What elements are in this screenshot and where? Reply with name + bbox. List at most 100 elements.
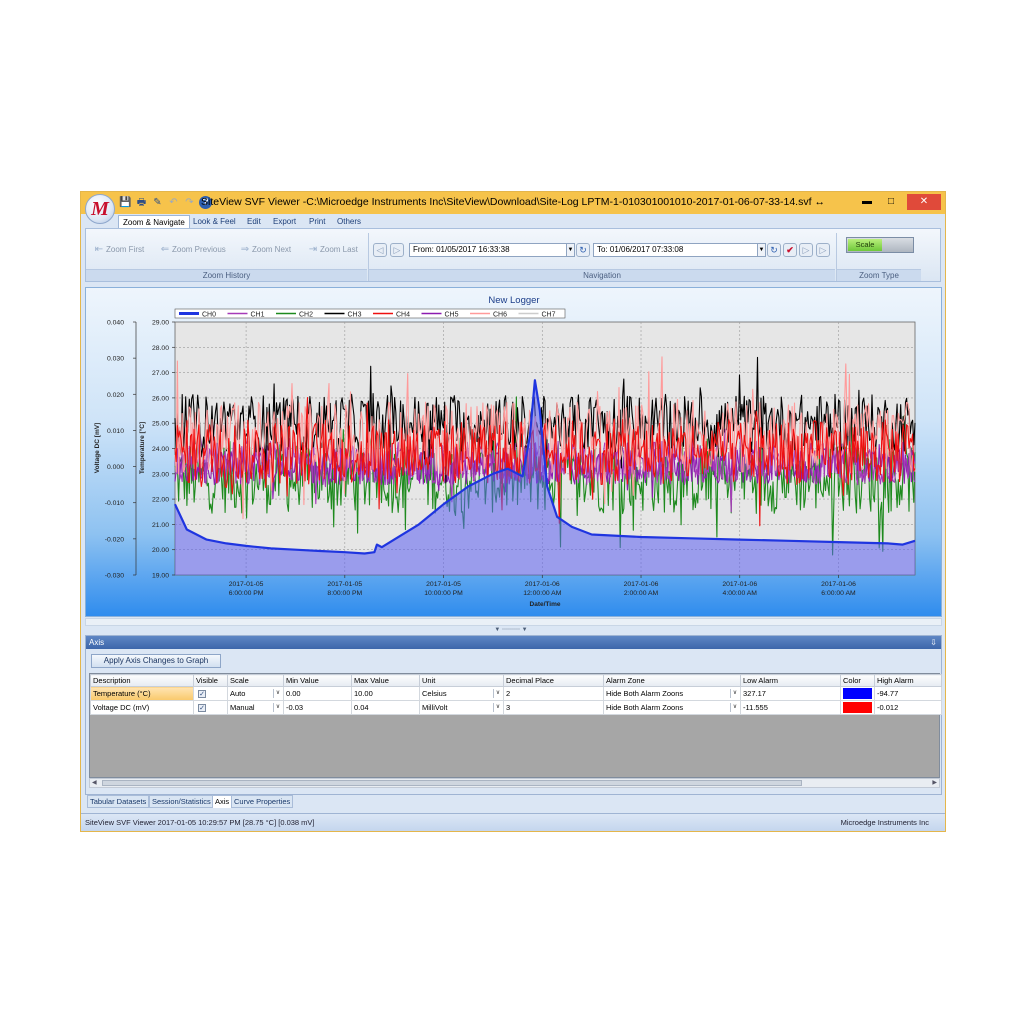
- tab-print[interactable]: Print: [305, 215, 329, 228]
- visible-checkbox[interactable]: ✓: [198, 690, 206, 698]
- column-header[interactable]: High Alarm: [874, 674, 942, 687]
- description-cell[interactable]: Voltage DC (mV): [90, 700, 194, 715]
- tab-zoom-navigate[interactable]: Zoom & Navigate: [118, 215, 190, 228]
- column-header[interactable]: Decimal Place: [503, 674, 604, 687]
- scroll-right-icon[interactable]: ▶: [932, 779, 937, 786]
- y-tick-label: 0.020: [107, 392, 124, 399]
- chevron-down-icon[interactable]: ∨: [493, 689, 502, 698]
- max-value-cell[interactable]: 10.00: [351, 686, 420, 701]
- nav-back-icon[interactable]: ◁: [373, 243, 387, 257]
- apply-check-icon[interactable]: ✔: [783, 243, 797, 257]
- visible-checkbox[interactable]: ✓: [198, 704, 206, 712]
- max-value-cell[interactable]: 0.04: [351, 700, 420, 715]
- chevron-down-icon[interactable]: ∨: [493, 703, 502, 712]
- y-tick-label: 0.000: [107, 464, 124, 471]
- nav-last-icon[interactable]: ▷: [816, 243, 830, 257]
- low-alarm-cell[interactable]: -11.555: [740, 700, 841, 715]
- column-header[interactable]: Min Value: [283, 674, 352, 687]
- min-value-cell[interactable]: -0.03: [283, 700, 352, 715]
- title-bar: M 💾 🖶 ✎ ↶ ↷ ? SiteView SVF Viewer -C:\Mi…: [81, 192, 945, 224]
- zoom-type-label: Zoom Type: [837, 269, 921, 281]
- legend-label: CH1: [251, 311, 265, 318]
- column-header[interactable]: Alarm Zone: [603, 674, 741, 687]
- y-tick-label: 26.00: [152, 395, 169, 402]
- color-swatch[interactable]: [843, 688, 872, 699]
- zoom-previous-button[interactable]: ⇐ Zoom Previous: [158, 243, 226, 257]
- unit-select[interactable]: Celsius ∨: [419, 686, 504, 701]
- unit-select[interactable]: MilliVolt ∨: [419, 700, 504, 715]
- description-cell[interactable]: Temperature (°C): [90, 686, 194, 701]
- from-date-input[interactable]: From: 01/05/2017 16:33:38: [409, 243, 567, 257]
- decimal-place-cell[interactable]: 3: [503, 700, 604, 715]
- grid-scrollbar[interactable]: ◀ ▶: [89, 778, 940, 788]
- ribbon: ⇤ Zoom First ⇐ Zoom Previous ⇒ Zoom Next ⇥ Z…: [85, 228, 941, 282]
- column-header[interactable]: Max Value: [351, 674, 420, 687]
- nav-forward-icon[interactable]: ▷: [390, 243, 404, 257]
- zoom-next-button[interactable]: ⇒ Zoom Next: [238, 243, 291, 257]
- column-header[interactable]: Unit: [419, 674, 504, 687]
- color-cell[interactable]: [840, 700, 875, 715]
- tab-edit[interactable]: Edit: [243, 215, 265, 228]
- tab-tabular-datasets[interactable]: Tabular Datasets: [87, 795, 150, 808]
- column-header[interactable]: Scale: [227, 674, 284, 687]
- close-button[interactable]: ✕: [907, 194, 941, 210]
- y-tick-label: 27.00: [152, 370, 169, 377]
- chevron-down-icon[interactable]: ∨: [730, 703, 739, 712]
- zoom-first-button[interactable]: ⇤ Zoom First: [92, 243, 144, 257]
- tab-look-feel[interactable]: Look & Feel: [189, 215, 240, 228]
- column-header[interactable]: Description: [90, 674, 194, 687]
- nav-next-icon[interactable]: ▷: [799, 243, 813, 257]
- high-alarm-cell[interactable]: -94.77: [874, 686, 942, 701]
- scroll-left-icon[interactable]: ◀: [92, 779, 97, 786]
- axis-table: Description Visible Scale Min Value Max …: [90, 674, 942, 715]
- min-value-cell[interactable]: 0.00: [283, 686, 352, 701]
- tab-export[interactable]: Export: [269, 215, 300, 228]
- to-refresh-icon[interactable]: ↻: [767, 243, 781, 257]
- alarm-zone-select[interactable]: Hide Both Alarm Zoons ∨: [603, 700, 741, 715]
- zoom-type-toggle[interactable]: Scale: [846, 237, 914, 253]
- app-logo[interactable]: M: [85, 194, 115, 224]
- from-date-dropdown[interactable]: ▼: [566, 243, 575, 257]
- legend-label: CH6: [493, 311, 507, 318]
- chart-svg[interactable]: New Logger CH0 CH1 CH2 CH3 CH4 CH5 CH6 CH7 29.0…: [86, 288, 943, 618]
- chevron-down-icon[interactable]: ∨: [730, 689, 739, 698]
- color-cell[interactable]: [840, 686, 875, 701]
- scale-select[interactable]: Auto ∨: [227, 686, 284, 701]
- y-tick-label: 0.010: [107, 428, 124, 435]
- color-swatch[interactable]: [843, 702, 872, 713]
- apply-axis-changes-button[interactable]: Apply Axis Changes to Graph: [91, 654, 221, 668]
- tab-others[interactable]: Others: [333, 215, 365, 228]
- x-tick-label: 4:00:00 AM: [723, 590, 758, 597]
- chart-panel[interactable]: New Logger CH0 CH1 CH2 CH3 CH4 CH5 CH6 CH7 29.0…: [85, 287, 942, 617]
- to-date-dropdown[interactable]: ▼: [757, 243, 766, 257]
- table-row: Voltage DC (mV) ✓ Manual ∨ -0.03 0.04 Mil…: [90, 700, 942, 715]
- maximize-button[interactable]: □: [880, 194, 902, 210]
- x-tick-label: 2017-01-05: [229, 581, 264, 588]
- scale-toggle-label: Scale: [848, 239, 882, 251]
- column-header[interactable]: Low Alarm: [740, 674, 841, 687]
- scale-select[interactable]: Manual ∨: [227, 700, 284, 715]
- decimal-place-cell[interactable]: 2: [503, 686, 604, 701]
- from-refresh-icon[interactable]: ↻: [576, 243, 590, 257]
- tab-axis[interactable]: Axis: [212, 795, 233, 808]
- pin-icon[interactable]: ⇩: [930, 636, 937, 649]
- column-header[interactable]: Visible: [193, 674, 228, 687]
- low-alarm-cell[interactable]: 327.17: [740, 686, 841, 701]
- tab-session-statistics[interactable]: Session/Statistics: [149, 795, 214, 808]
- chevron-down-icon[interactable]: ∨: [273, 689, 282, 698]
- chart-scrollbar[interactable]: [85, 618, 942, 626]
- visible-cell: ✓: [193, 700, 228, 715]
- tab-curve-properties[interactable]: Curve Properties: [231, 795, 294, 808]
- x-tick-label: 10:00:00 PM: [424, 590, 463, 597]
- x-tick-label: 2017-01-06: [624, 581, 659, 588]
- panel-splitter[interactable]: ▼ ⋯⋯⋯ ▼: [481, 627, 541, 633]
- column-header[interactable]: Color: [840, 674, 875, 687]
- alarm-zone-select[interactable]: Hide Both Alarm Zoons ∨: [603, 686, 741, 701]
- y-tick-label: 0.030: [107, 356, 124, 363]
- high-alarm-cell[interactable]: -0.012: [874, 700, 942, 715]
- scrollbar-thumb[interactable]: [102, 780, 802, 786]
- chevron-down-icon[interactable]: ∨: [273, 703, 282, 712]
- zoom-last-button[interactable]: ⇥ Zoom Last: [306, 243, 358, 257]
- to-date-input[interactable]: To: 01/06/2017 07:33:08: [593, 243, 758, 257]
- minimize-button[interactable]: ▬: [856, 194, 878, 210]
